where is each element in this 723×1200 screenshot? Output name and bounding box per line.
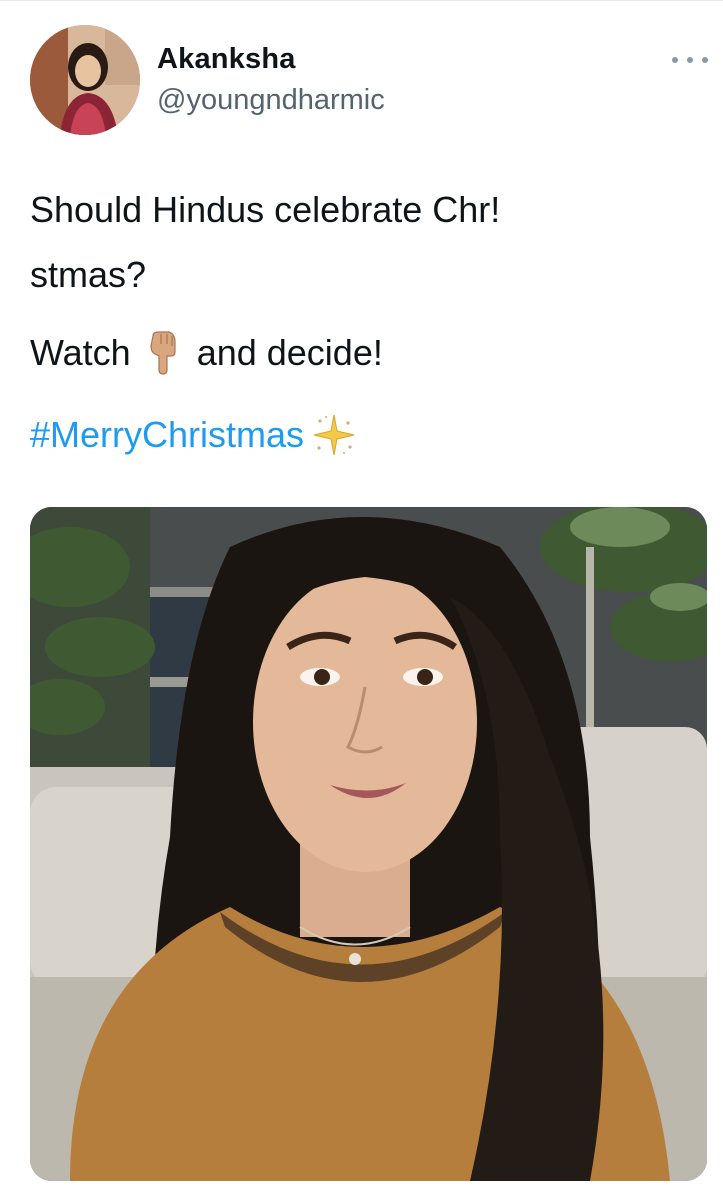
tweet-text-line-4: #MerryChristmas bbox=[30, 411, 358, 459]
more-options-button[interactable] bbox=[672, 48, 708, 72]
top-divider bbox=[0, 0, 723, 1]
more-horizontal-icon bbox=[687, 57, 693, 63]
pointing-down-hand-icon bbox=[139, 330, 185, 376]
tweet-text-line-2: stmas? bbox=[30, 254, 147, 295]
more-horizontal-icon bbox=[702, 57, 708, 63]
avatar-photo bbox=[30, 25, 140, 135]
tweet-text-line-1: Should Hindus celebrate Chr! bbox=[30, 189, 501, 230]
sparkle-icon bbox=[310, 411, 358, 459]
hashtag-link[interactable]: #MerryChristmas bbox=[30, 413, 304, 456]
avatar[interactable] bbox=[30, 25, 140, 135]
and-decide-text: and decide! bbox=[196, 332, 383, 374]
display-name[interactable]: Akanksha bbox=[157, 43, 296, 76]
tweet-text-line-3: Watch and decide! bbox=[30, 330, 383, 376]
more-horizontal-icon bbox=[672, 57, 678, 63]
video-media[interactable] bbox=[30, 507, 707, 1181]
watch-text: Watch bbox=[30, 332, 131, 374]
video-preview-image bbox=[30, 507, 707, 1181]
username[interactable]: @youngndharmic bbox=[157, 84, 385, 117]
